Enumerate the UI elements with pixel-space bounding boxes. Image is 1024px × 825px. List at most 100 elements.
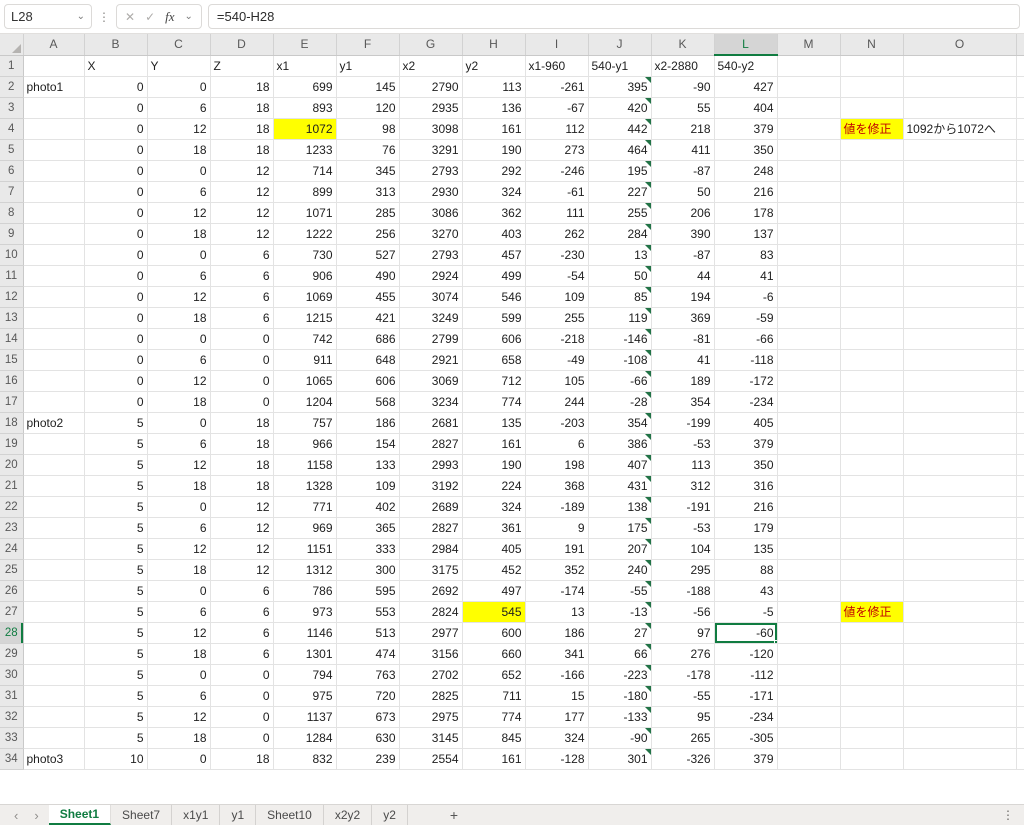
cell-A19[interactable] — [23, 433, 84, 454]
cell-E28[interactable]: 1146 — [273, 622, 336, 643]
cell-L29[interactable]: -120 — [714, 643, 777, 664]
cell-I24[interactable]: 191 — [525, 538, 588, 559]
cell-E22[interactable]: 771 — [273, 496, 336, 517]
cell-E5[interactable]: 1233 — [273, 139, 336, 160]
cell-H15[interactable]: 658 — [462, 349, 525, 370]
cell-H26[interactable]: 497 — [462, 580, 525, 601]
cell-E18[interactable]: 757 — [273, 412, 336, 433]
cell-J4[interactable]: 442 — [588, 118, 651, 139]
cell-K31[interactable]: -55 — [651, 685, 714, 706]
column-header-G[interactable]: G — [399, 34, 462, 55]
cell-B19[interactable]: 5 — [84, 433, 147, 454]
sheet-tab-x1y1[interactable]: x1y1 — [172, 805, 220, 825]
row-header-27[interactable]: 27 — [0, 601, 23, 622]
cell-N10[interactable] — [840, 244, 903, 265]
cell-F12[interactable]: 455 — [336, 286, 399, 307]
cell-G22[interactable]: 2689 — [399, 496, 462, 517]
cell-E3[interactable]: 893 — [273, 97, 336, 118]
cell-M33[interactable] — [777, 727, 840, 748]
cell-H6[interactable]: 292 — [462, 160, 525, 181]
cell-C10[interactable]: 0 — [147, 244, 210, 265]
cell-G18[interactable]: 2681 — [399, 412, 462, 433]
cell-G26[interactable]: 2692 — [399, 580, 462, 601]
cell-D22[interactable]: 12 — [210, 496, 273, 517]
row-header-20[interactable]: 20 — [0, 454, 23, 475]
cell-O9[interactable] — [903, 223, 1016, 244]
cell-L17[interactable]: -234 — [714, 391, 777, 412]
cell-H10[interactable]: 457 — [462, 244, 525, 265]
cell-L16[interactable]: -172 — [714, 370, 777, 391]
cell-L3[interactable]: 404 — [714, 97, 777, 118]
next-sheet-icon[interactable]: › — [34, 808, 38, 823]
cell-A26[interactable] — [23, 580, 84, 601]
cell-I19[interactable]: 6 — [525, 433, 588, 454]
cell-N1[interactable] — [840, 55, 903, 76]
cell-N7[interactable] — [840, 181, 903, 202]
cell-L32[interactable]: -234 — [714, 706, 777, 727]
tab-overflow-icon[interactable]: ⋮ — [992, 805, 1024, 825]
cell-G3[interactable]: 2935 — [399, 97, 462, 118]
cell-O10[interactable] — [903, 244, 1016, 265]
cell-C34[interactable]: 0 — [147, 748, 210, 769]
cell-F16[interactable]: 606 — [336, 370, 399, 391]
cell-B30[interactable]: 5 — [84, 664, 147, 685]
cell-H19[interactable]: 161 — [462, 433, 525, 454]
cell-H17[interactable]: 774 — [462, 391, 525, 412]
row-header-14[interactable]: 14 — [0, 328, 23, 349]
cell-M24[interactable] — [777, 538, 840, 559]
cell-I20[interactable]: 198 — [525, 454, 588, 475]
cell-M6[interactable] — [777, 160, 840, 181]
cell-A27[interactable] — [23, 601, 84, 622]
cell-N23[interactable] — [840, 517, 903, 538]
cell-I12[interactable]: 109 — [525, 286, 588, 307]
cell-K10[interactable]: -87 — [651, 244, 714, 265]
cell-D5[interactable]: 18 — [210, 139, 273, 160]
cell-D12[interactable]: 6 — [210, 286, 273, 307]
cell-B16[interactable]: 0 — [84, 370, 147, 391]
cell-B20[interactable]: 5 — [84, 454, 147, 475]
sheet-tab-y1[interactable]: y1 — [220, 805, 256, 825]
cell-D4[interactable]: 18 — [210, 118, 273, 139]
cell-M28[interactable] — [777, 622, 840, 643]
cell-J14[interactable]: -146 — [588, 328, 651, 349]
cell-O28[interactable] — [903, 622, 1016, 643]
cell-G8[interactable]: 3086 — [399, 202, 462, 223]
cell-G34[interactable]: 2554 — [399, 748, 462, 769]
cell-N11[interactable] — [840, 265, 903, 286]
cell-F17[interactable]: 568 — [336, 391, 399, 412]
cell-N30[interactable] — [840, 664, 903, 685]
cell-C21[interactable]: 18 — [147, 475, 210, 496]
cell-K26[interactable]: -188 — [651, 580, 714, 601]
cell-I27[interactable]: 13 — [525, 601, 588, 622]
cell-B33[interactable]: 5 — [84, 727, 147, 748]
cell-J25[interactable]: 240 — [588, 559, 651, 580]
cell-N22[interactable] — [840, 496, 903, 517]
cell-M4[interactable] — [777, 118, 840, 139]
cell-J10[interactable]: 13 — [588, 244, 651, 265]
cell-J24[interactable]: 207 — [588, 538, 651, 559]
cell-G1[interactable]: x2 — [399, 55, 462, 76]
cell-G25[interactable]: 3175 — [399, 559, 462, 580]
cell-M19[interactable] — [777, 433, 840, 454]
cell-B13[interactable]: 0 — [84, 307, 147, 328]
cell-G28[interactable]: 2977 — [399, 622, 462, 643]
cell-B2[interactable]: 0 — [84, 76, 147, 97]
cell-L15[interactable]: -118 — [714, 349, 777, 370]
enter-icon[interactable]: ✓ — [145, 10, 155, 24]
cell-B23[interactable]: 5 — [84, 517, 147, 538]
cell-N25[interactable] — [840, 559, 903, 580]
cell-I13[interactable]: 255 — [525, 307, 588, 328]
cell-B12[interactable]: 0 — [84, 286, 147, 307]
cell-C24[interactable]: 12 — [147, 538, 210, 559]
cell-L7[interactable]: 216 — [714, 181, 777, 202]
column-header-A[interactable]: A — [23, 34, 84, 55]
cell-B34[interactable]: 10 — [84, 748, 147, 769]
cell-B32[interactable]: 5 — [84, 706, 147, 727]
cell-G6[interactable]: 2793 — [399, 160, 462, 181]
cell-G27[interactable]: 2824 — [399, 601, 462, 622]
cell-D26[interactable]: 6 — [210, 580, 273, 601]
cell-O13[interactable] — [903, 307, 1016, 328]
column-header-N[interactable]: N — [840, 34, 903, 55]
cell-M3[interactable] — [777, 97, 840, 118]
cell-K18[interactable]: -199 — [651, 412, 714, 433]
